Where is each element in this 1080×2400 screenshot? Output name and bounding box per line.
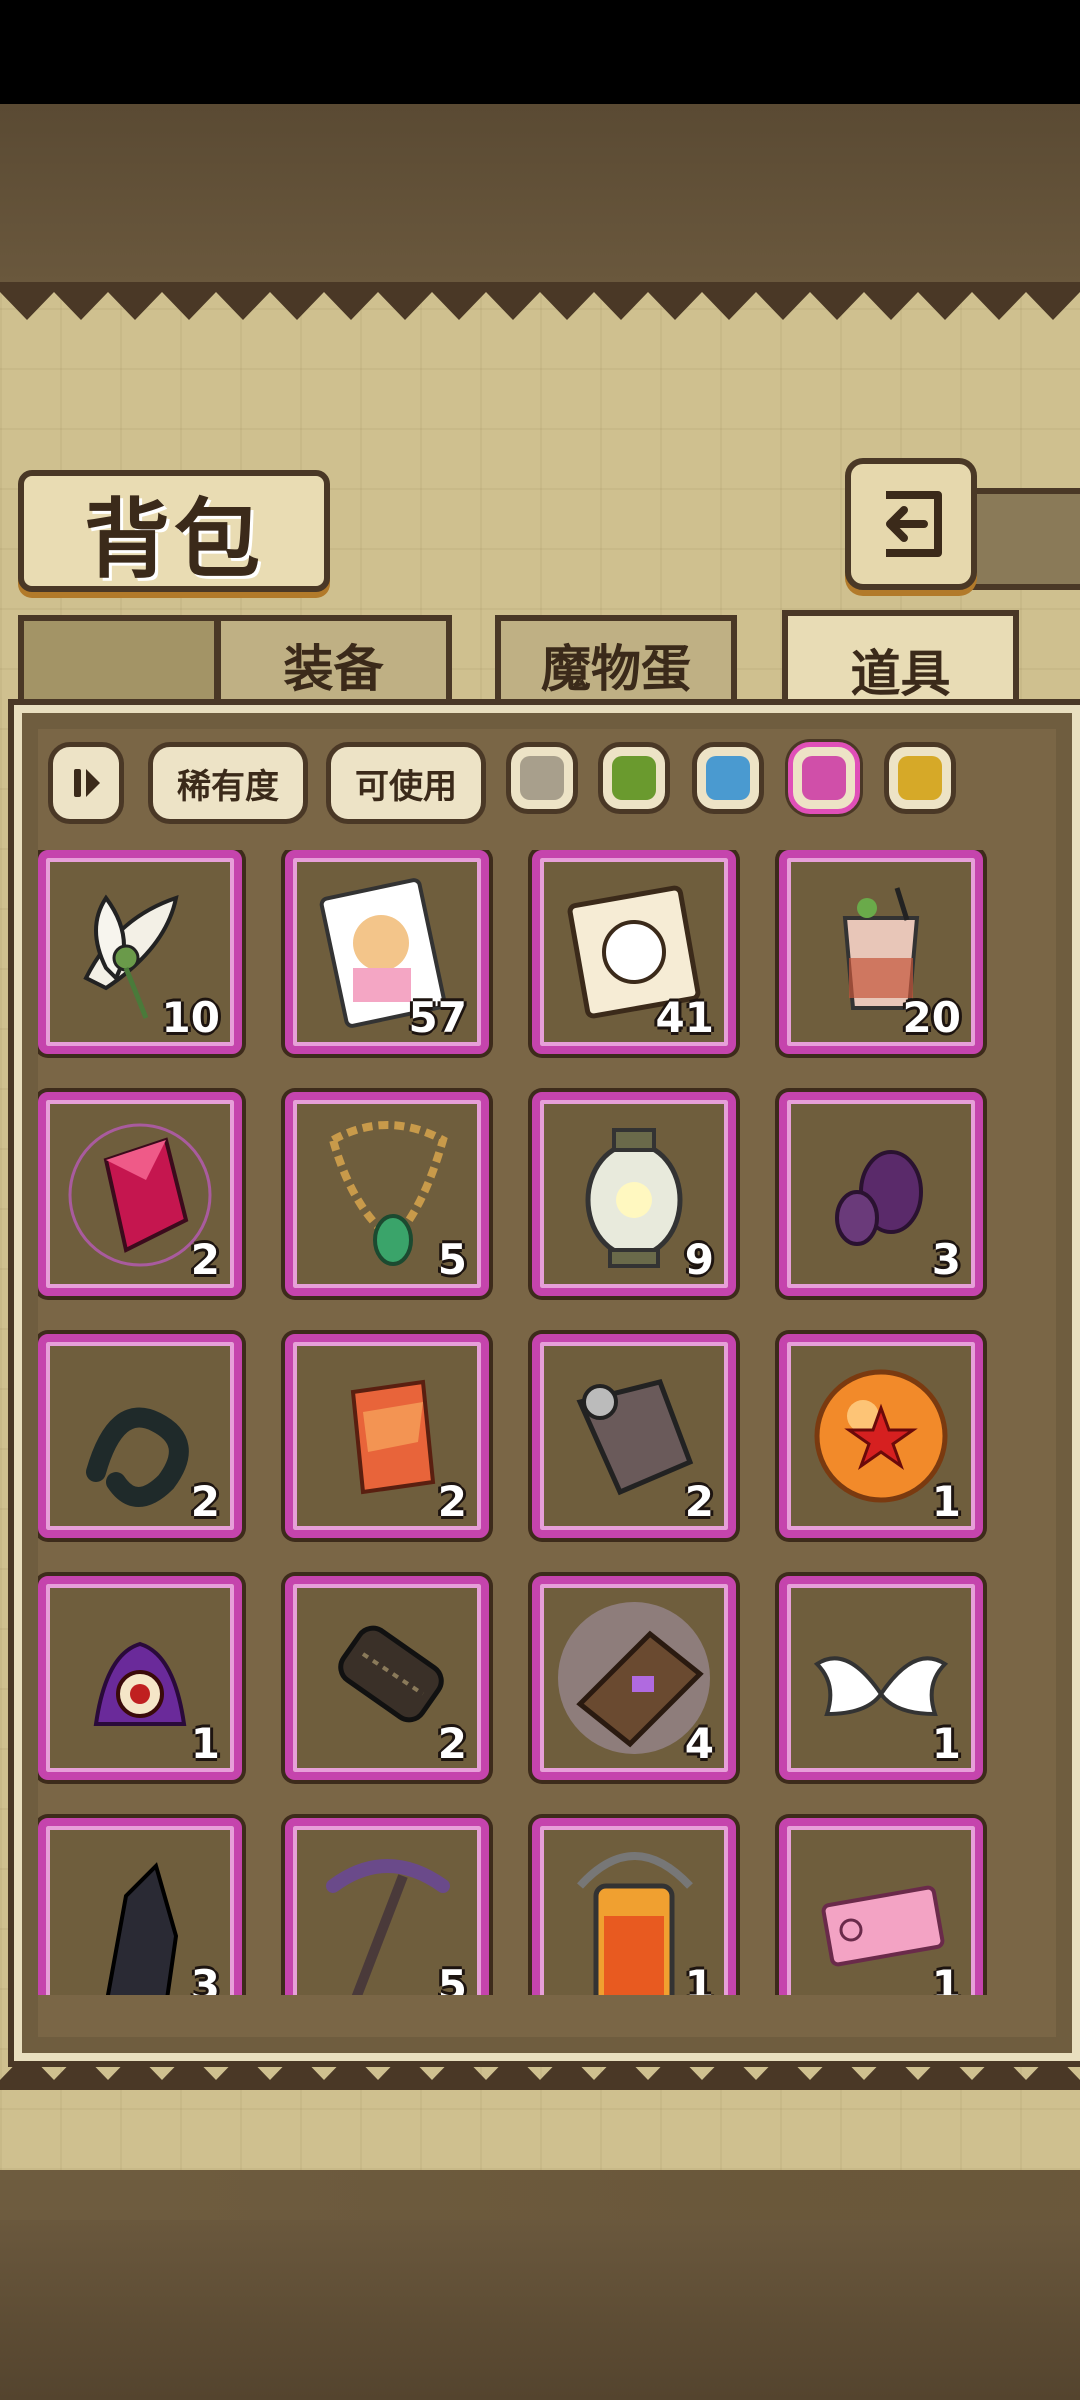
sort-toggle-icon	[74, 769, 100, 797]
item-count: 4	[684, 1719, 714, 1768]
map-band-bottom	[0, 2220, 1080, 2400]
color-swatch	[802, 756, 846, 800]
item-count: 10	[161, 993, 220, 1042]
color-swatch	[706, 756, 750, 800]
page-title: 背包	[84, 488, 264, 590]
inventory-slot[interactable]: 1	[779, 1334, 983, 1538]
rarity-filter-button[interactable]: 稀有度	[148, 742, 308, 824]
inventory-slot[interactable]: 1	[532, 1818, 736, 1995]
item-count: 41	[655, 993, 714, 1042]
return-arrow-icon	[886, 491, 942, 557]
color-swatch	[612, 756, 656, 800]
item-count: 1	[190, 1719, 220, 1768]
tab-spacer	[18, 615, 220, 709]
item-count: 2	[190, 1235, 220, 1284]
item-count: 5	[437, 1235, 467, 1284]
inventory-slot[interactable]: 2	[285, 1334, 489, 1538]
color-swatch	[520, 756, 564, 800]
inventory-slot[interactable]: 3	[779, 1092, 983, 1296]
inventory-slot[interactable]: 20	[779, 850, 983, 1054]
item-count: 20	[902, 993, 961, 1042]
rarity-color-filter-4[interactable]	[884, 742, 956, 814]
status-bar	[0, 0, 1080, 104]
item-count: 57	[408, 993, 467, 1042]
inventory-slot[interactable]: 5	[285, 1818, 489, 1995]
inventory-slot[interactable]: 2	[38, 1092, 242, 1296]
inventory-slot[interactable]: 1	[38, 1576, 242, 1780]
item-grid: 10 57 41 20 2 5 9 3 2 2 2 1 1 2 4 1 3 5 1 1	[38, 850, 1038, 1995]
inventory-slot[interactable]: 1	[779, 1818, 983, 1995]
usable-filter-button[interactable]: 可使用	[326, 742, 486, 824]
inventory-slot[interactable]: 10	[38, 850, 242, 1054]
item-count: 2	[190, 1477, 220, 1526]
tab-items-label: 道具	[850, 645, 951, 703]
tab-equipment-label: 装备	[283, 640, 384, 698]
rarity-color-filter-1[interactable]	[598, 742, 670, 814]
inventory-slot[interactable]: 3	[38, 1818, 242, 1995]
inventory-slot[interactable]: 9	[532, 1092, 736, 1296]
item-count: 9	[684, 1235, 714, 1284]
rarity-filter-label: 稀有度	[177, 766, 279, 807]
item-count: 1	[931, 1719, 961, 1768]
inventory-slot[interactable]: 2	[532, 1334, 736, 1538]
inventory-slot[interactable]: 4	[532, 1576, 736, 1780]
inventory-slot[interactable]: 2	[38, 1334, 242, 1538]
color-swatch	[898, 756, 942, 800]
map-band-top	[0, 104, 1080, 284]
sort-toggle-button[interactable]	[48, 742, 124, 824]
usable-filter-label: 可使用	[355, 766, 457, 807]
tab-equipment[interactable]: 装备	[215, 615, 452, 709]
inventory-slot[interactable]: 57	[285, 850, 489, 1054]
tab-monster-eggs[interactable]: 魔物蛋	[495, 615, 737, 709]
item-count: 1	[931, 1961, 961, 1995]
item-count: 2	[437, 1477, 467, 1526]
item-count: 3	[190, 1961, 220, 1995]
zigzag-border-top	[0, 282, 1080, 320]
inventory-slot[interactable]: 2	[285, 1576, 489, 1780]
page-title-plate: 背包	[18, 470, 330, 592]
inventory-slot[interactable]: 5	[285, 1092, 489, 1296]
item-count: 2	[684, 1477, 714, 1526]
rarity-color-filter-2[interactable]	[692, 742, 764, 814]
rarity-color-filter-3[interactable]	[788, 742, 860, 814]
rarity-color-filter-0[interactable]	[506, 742, 578, 814]
inventory-slot[interactable]: 1	[779, 1576, 983, 1780]
inventory-slot[interactable]: 41	[532, 850, 736, 1054]
tab-monster-eggs-label: 魔物蛋	[541, 640, 691, 698]
item-count: 3	[931, 1235, 961, 1284]
item-count: 2	[437, 1719, 467, 1768]
item-count: 1	[931, 1477, 961, 1526]
back-button[interactable]	[845, 458, 977, 590]
item-count: 1	[684, 1961, 714, 1995]
item-count: 5	[437, 1961, 467, 1995]
